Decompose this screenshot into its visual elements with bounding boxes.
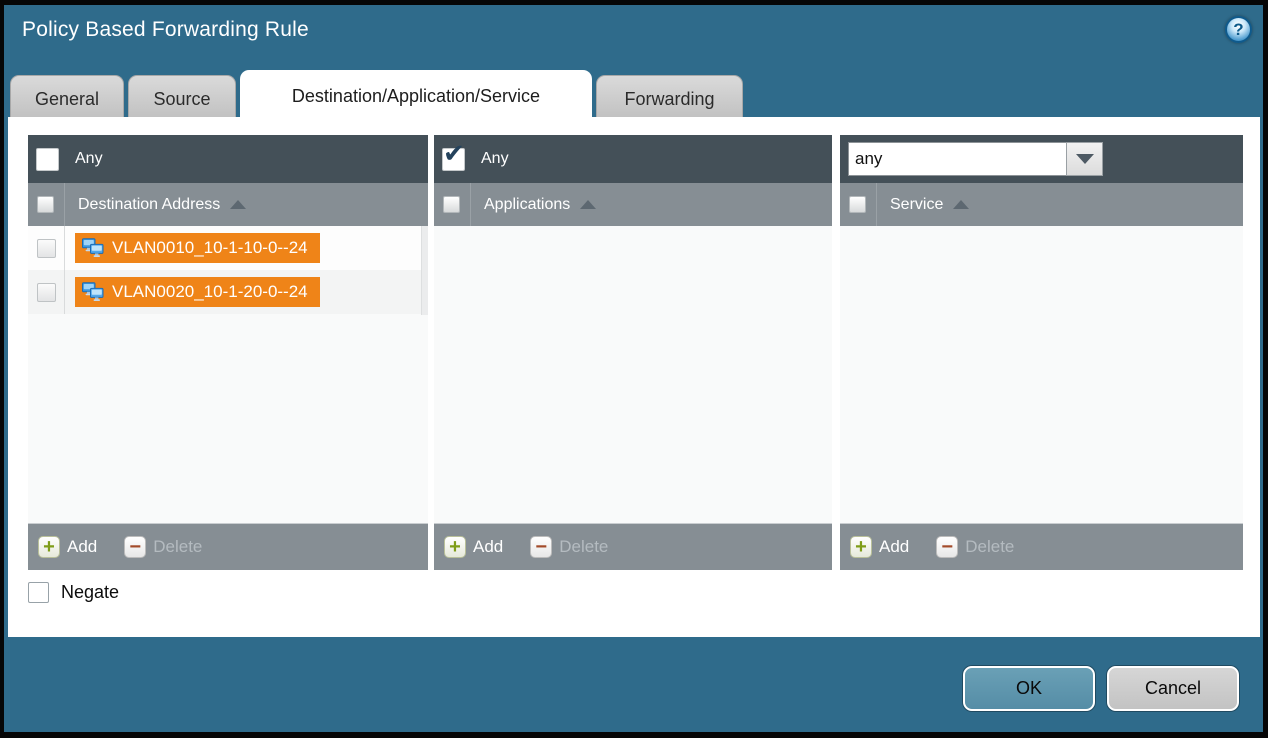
applications-panel: ✔ Any Applications + Add − Delete (434, 135, 832, 570)
dialog-buttons: OK Cancel (963, 666, 1239, 711)
applications-any-checkbox[interactable]: ✔ (442, 148, 465, 171)
address-object-label: VLAN0010_10-1-10-0--24 (112, 238, 308, 258)
applications-any-label: Any (481, 150, 509, 168)
plus-icon: + (38, 536, 60, 558)
address-object-chip[interactable]: VLAN0020_10-1-20-0--24 (75, 277, 320, 307)
header-divider (876, 183, 877, 226)
destination-select-all-checkbox[interactable] (37, 196, 54, 213)
address-object-icon (81, 282, 105, 302)
row-checkbox[interactable] (37, 283, 56, 302)
service-panel: Service + Add − Delete (840, 135, 1243, 570)
delete-button-label: Delete (559, 537, 608, 557)
applications-list (434, 226, 832, 523)
row-checkbox-cell (28, 270, 65, 314)
negate-option: Negate (28, 582, 119, 603)
service-column-header[interactable]: Service (840, 183, 1243, 226)
service-toolbar: + Add − Delete (840, 523, 1243, 570)
add-button-label: Add (879, 537, 909, 557)
service-dropdown-bar (840, 135, 1243, 183)
applications-header-label: Applications (484, 196, 570, 214)
dialog-title: Policy Based Forwarding Rule (22, 18, 309, 42)
tab-bar: General Source Destination/Application/S… (10, 70, 743, 122)
destination-any-bar: Any (28, 135, 428, 183)
destination-any-checkbox[interactable] (36, 148, 59, 171)
header-divider (470, 183, 471, 226)
address-object-chip[interactable]: VLAN0010_10-1-10-0--24 (75, 233, 320, 263)
destination-header-label: Destination Address (78, 196, 220, 214)
ok-button[interactable]: OK (963, 666, 1095, 711)
table-row[interactable]: VLAN0010_10-1-10-0--24 (28, 226, 428, 270)
applications-toolbar: + Add − Delete (434, 523, 832, 570)
header-divider (64, 183, 65, 226)
delete-button[interactable]: − Delete (530, 536, 608, 558)
chevron-down-icon (1076, 154, 1094, 164)
help-icon[interactable]: ? (1225, 16, 1252, 43)
delete-button-label: Delete (965, 537, 1014, 557)
applications-column-header[interactable]: Applications (434, 183, 832, 226)
dropdown-button[interactable] (1066, 142, 1103, 176)
delete-button-label: Delete (153, 537, 202, 557)
sort-ascending-icon (580, 200, 596, 209)
sort-ascending-icon (953, 200, 969, 209)
tab-content-panel: Any Destination Address (8, 117, 1260, 637)
tab-forwarding[interactable]: Forwarding (596, 75, 743, 122)
tab-source[interactable]: Source (128, 75, 236, 122)
service-type-combobox (848, 142, 1103, 176)
minus-icon: − (530, 536, 552, 558)
destination-list: VLAN0010_10-1-10-0--24 (28, 226, 428, 523)
scrollbar[interactable] (421, 226, 428, 315)
plus-icon: + (850, 536, 872, 558)
delete-button[interactable]: − Delete (936, 536, 1014, 558)
add-button[interactable]: + Add (850, 536, 909, 558)
policy-forwarding-dialog: Policy Based Forwarding Rule ? General S… (0, 0, 1268, 738)
service-header-label: Service (890, 196, 943, 214)
delete-button[interactable]: − Delete (124, 536, 202, 558)
service-select-all-checkbox[interactable] (849, 196, 866, 213)
applications-any-bar: ✔ Any (434, 135, 832, 183)
add-button-label: Add (67, 537, 97, 557)
destination-address-panel: Any Destination Address (28, 135, 428, 570)
row-checkbox-cell (28, 226, 65, 270)
tab-general[interactable]: General (10, 75, 124, 122)
add-button[interactable]: + Add (38, 536, 97, 558)
destination-any-label: Any (75, 150, 103, 168)
add-button-label: Add (473, 537, 503, 557)
applications-select-all-checkbox[interactable] (443, 196, 460, 213)
address-object-label: VLAN0020_10-1-20-0--24 (112, 282, 308, 302)
minus-icon: − (124, 536, 146, 558)
service-list (840, 226, 1243, 523)
destination-column-header[interactable]: Destination Address (28, 183, 428, 226)
negate-label: Negate (61, 582, 119, 603)
sort-ascending-icon (230, 200, 246, 209)
destination-toolbar: + Add − Delete (28, 523, 428, 570)
help-glyph: ? (1233, 20, 1243, 40)
row-checkbox[interactable] (37, 239, 56, 258)
tab-destination-application-service[interactable]: Destination/Application/Service (240, 70, 592, 122)
add-button[interactable]: + Add (444, 536, 503, 558)
checkmark-icon: ✔ (443, 140, 465, 166)
negate-checkbox[interactable] (28, 582, 49, 603)
minus-icon: − (936, 536, 958, 558)
address-object-icon (81, 238, 105, 258)
table-row[interactable]: VLAN0020_10-1-20-0--24 (28, 270, 428, 314)
service-type-input[interactable] (848, 142, 1066, 176)
cancel-button[interactable]: Cancel (1107, 666, 1239, 711)
plus-icon: + (444, 536, 466, 558)
